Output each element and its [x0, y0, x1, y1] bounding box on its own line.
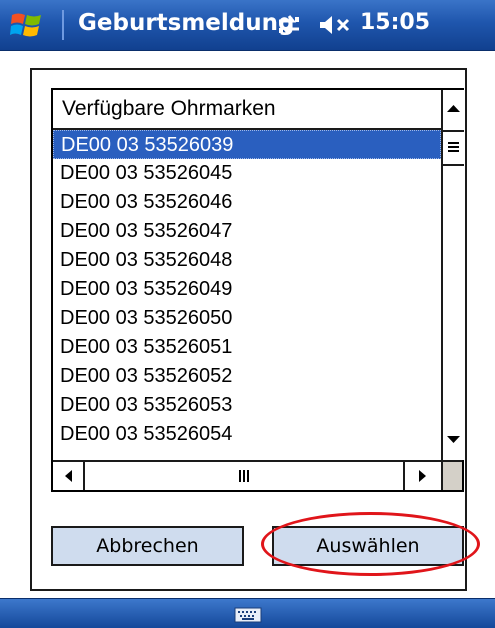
list-item[interactable]: DE00 03 53526050 — [53, 304, 441, 333]
list-item[interactable]: DE00 03 53526054 — [53, 420, 441, 449]
title-separator — [62, 10, 64, 40]
title-bar: Geburtsmeldung 15:05 — [0, 0, 495, 51]
ear-tag-listbox[interactable]: Verfügbare Ohrmarken DE00 03 53526039 DE… — [51, 88, 464, 492]
vertical-scrollbar[interactable] — [441, 90, 464, 460]
list-item[interactable]: DE00 03 53526048 — [53, 246, 441, 275]
scroll-up-button[interactable] — [443, 96, 464, 122]
list-item[interactable]: DE00 03 53526052 — [53, 362, 441, 391]
scroll-down-button[interactable] — [443, 426, 464, 452]
volume-muted-icon[interactable] — [318, 13, 358, 37]
arrow-left-icon — [65, 470, 72, 482]
horizontal-scroll-thumb[interactable] — [85, 462, 403, 490]
list-item[interactable]: DE00 03 53526045 — [53, 159, 441, 188]
keyboard-icon[interactable] — [234, 607, 262, 623]
scroll-right-button[interactable] — [403, 462, 435, 490]
window-title: Geburtsmeldung — [78, 10, 295, 36]
list-item[interactable]: DE00 03 53526047 — [53, 217, 441, 246]
list-item[interactable]: DE00 03 53526051 — [53, 333, 441, 362]
clock[interactable]: 15:05 — [360, 10, 430, 35]
scroll-left-button[interactable] — [53, 462, 85, 490]
list-rows: DE00 03 53526039 DE00 03 53526045 DE00 0… — [53, 130, 441, 449]
list-item[interactable]: DE00 03 53526046 — [53, 188, 441, 217]
windows-start-icon[interactable] — [10, 9, 44, 41]
arrow-down-icon — [447, 436, 460, 443]
grip-icon — [448, 142, 459, 152]
vertical-scroll-thumb[interactable] — [443, 130, 464, 166]
annotation-circle — [261, 512, 480, 576]
arrow-up-icon — [447, 105, 460, 112]
list-item[interactable]: DE00 03 53526053 — [53, 391, 441, 420]
grip-icon — [239, 470, 249, 482]
list-header[interactable]: Verfügbare Ohrmarken — [53, 90, 441, 130]
cancel-button[interactable]: Abbrechen — [51, 526, 244, 566]
list-item[interactable]: DE00 03 53526049 — [53, 275, 441, 304]
scrollbar-corner — [441, 460, 462, 490]
sync-icon[interactable] — [275, 13, 303, 37]
list-item[interactable]: DE00 03 53526039 — [53, 130, 441, 159]
horizontal-scrollbar[interactable] — [53, 460, 441, 490]
arrow-right-icon — [419, 470, 426, 482]
